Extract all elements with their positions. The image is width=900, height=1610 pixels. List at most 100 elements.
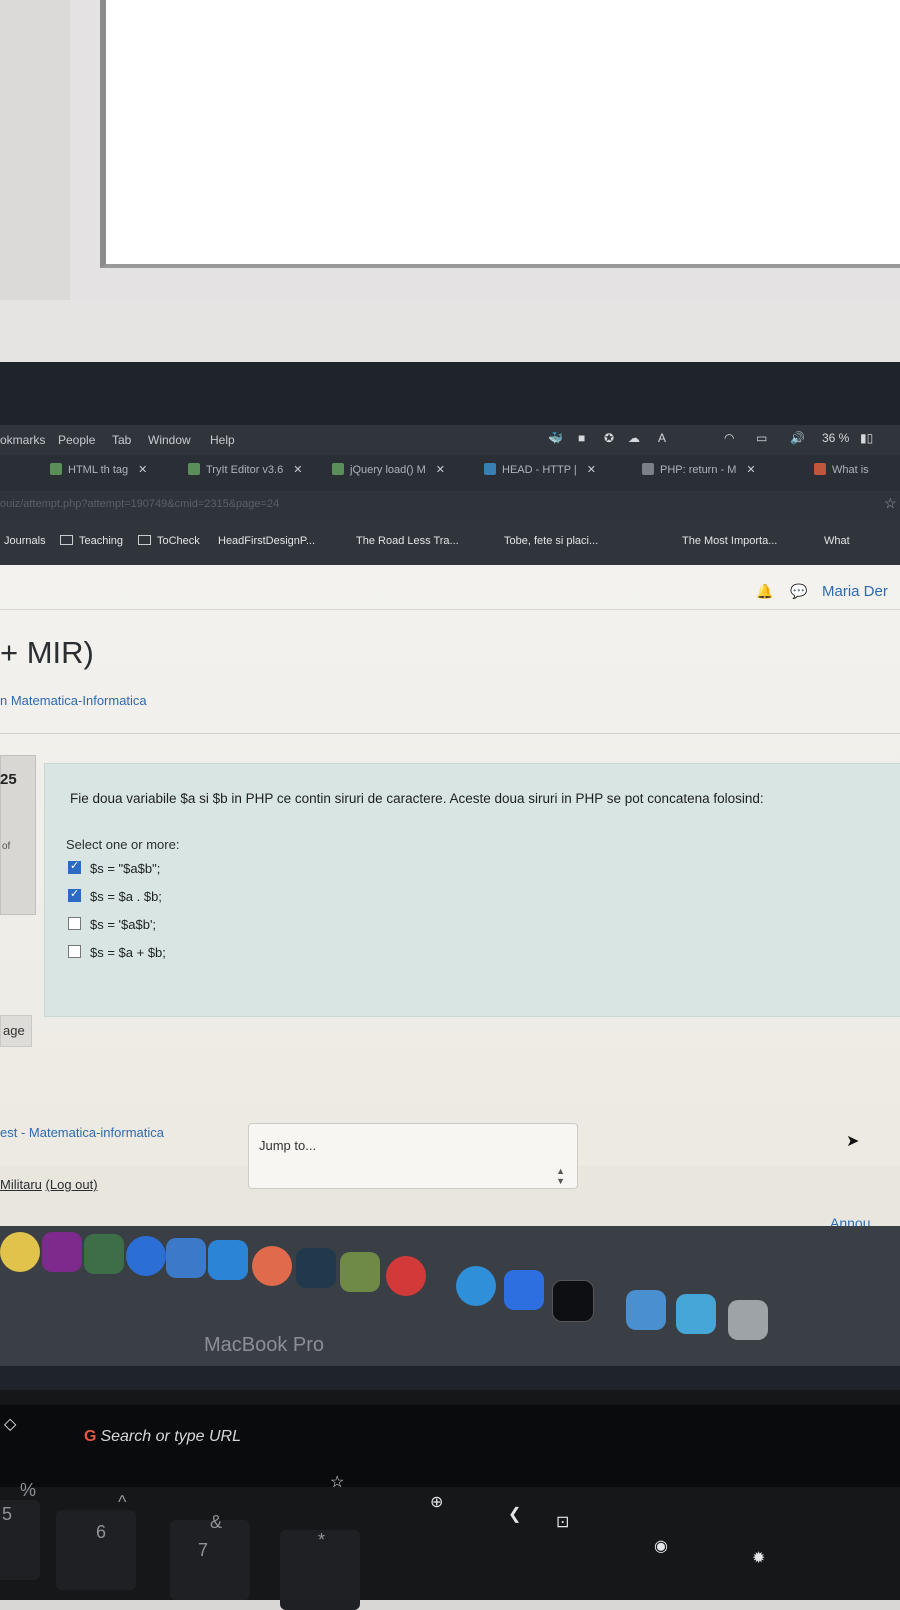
plus-icon[interactable]: ⊕ bbox=[430, 1492, 443, 1512]
chat-icon[interactable]: 💬 bbox=[790, 583, 807, 600]
menu-bookmarks[interactable]: okmarks bbox=[0, 433, 45, 447]
sync-status-icon[interactable]: ✪ bbox=[604, 431, 614, 445]
vscode-icon[interactable] bbox=[208, 1240, 248, 1280]
bell-icon[interactable]: 🔔 bbox=[756, 583, 773, 600]
mysql-workbench-icon[interactable] bbox=[296, 1248, 336, 1288]
course-breadcrumb[interactable]: n Matematica-Informatica bbox=[0, 693, 147, 708]
wifi-icon[interactable]: ◠ bbox=[724, 431, 734, 445]
back-icon[interactable]: ❮ bbox=[508, 1504, 521, 1524]
input-source-icon[interactable]: A bbox=[658, 431, 666, 445]
window-glass bbox=[100, 0, 900, 268]
answer-prompt: Select one or more: bbox=[66, 837, 180, 852]
menu-tab[interactable]: Tab bbox=[112, 433, 131, 447]
bookmark-what[interactable]: What bbox=[824, 535, 850, 547]
divider bbox=[0, 733, 900, 734]
app-icon[interactable] bbox=[386, 1256, 426, 1296]
airplay-icon[interactable]: ▭ bbox=[756, 431, 767, 445]
camera-icon[interactable]: ◉ bbox=[654, 1536, 668, 1556]
key-label: & bbox=[210, 1512, 223, 1532]
answer-option[interactable]: $s = '$a$b'; bbox=[68, 917, 156, 932]
bookmark-most-important[interactable]: The Most Importa... bbox=[682, 535, 777, 547]
logout-link[interactable]: (Log out) bbox=[46, 1177, 98, 1192]
key-label: ^ bbox=[118, 1492, 127, 1512]
battery-icon[interactable]: ▮▯ bbox=[860, 431, 873, 445]
mouse-cursor-icon: ➤ bbox=[846, 1133, 860, 1150]
touch-bar bbox=[0, 1405, 900, 1487]
folder-icon bbox=[60, 535, 73, 545]
bookmark-teaching[interactable]: Teaching bbox=[60, 535, 123, 547]
checkbox[interactable] bbox=[68, 917, 81, 930]
w3schools-icon bbox=[188, 463, 200, 475]
lock-icon[interactable]: ⊡ bbox=[556, 1512, 569, 1532]
battery-percent[interactable]: 36 % bbox=[822, 431, 849, 445]
camera-status-icon[interactable]: ■ bbox=[578, 431, 585, 445]
bookmark-tobe-fete[interactable]: Tobe, fete si placi... bbox=[504, 535, 598, 547]
database-search-icon[interactable] bbox=[340, 1252, 380, 1292]
scissors-icon[interactable] bbox=[84, 1234, 124, 1274]
php-icon bbox=[642, 463, 654, 475]
close-icon[interactable]: ✕ bbox=[436, 464, 445, 476]
sourcetree-icon[interactable] bbox=[126, 1236, 166, 1276]
bbedit-icon[interactable] bbox=[166, 1238, 206, 1278]
previous-page-button[interactable]: age bbox=[0, 1015, 32, 1047]
url-text[interactable]: ouiz/attempt.php?attempt=190749&cmid=231… bbox=[0, 498, 279, 510]
touchbar-search[interactable]: G Search or type URL bbox=[84, 1428, 241, 1446]
mac-menubar: okmarks People Tab Window Help 🐳 ■ ✪ ☁ A… bbox=[0, 425, 900, 455]
tab-tryit-editor[interactable]: TryIt Editor v3.6 ✕ bbox=[188, 463, 302, 483]
close-icon[interactable]: ✕ bbox=[293, 464, 302, 476]
tab-head-http[interactable]: HEAD - HTTP | ✕ bbox=[484, 463, 596, 483]
zoom-icon[interactable] bbox=[504, 1270, 544, 1310]
star-icon[interactable]: ☆ bbox=[330, 1472, 344, 1492]
tab-php-return[interactable]: PHP: return - M ✕ bbox=[642, 463, 756, 483]
tab-what-is[interactable]: What is bbox=[814, 463, 869, 483]
logged-in-info: Militaru (Log out) bbox=[0, 1177, 98, 1192]
folder-icon[interactable] bbox=[626, 1290, 666, 1330]
macbook-label: MacBook Pro bbox=[204, 1334, 325, 1356]
page-icon bbox=[814, 463, 826, 475]
bookmark-headfirst[interactable]: HeadFirstDesignP... bbox=[218, 535, 315, 547]
answer-option[interactable]: $s = $a . $b; bbox=[68, 887, 162, 904]
jump-to-select[interactable]: Jump to... ▲ ▼ bbox=[248, 1123, 578, 1189]
close-icon[interactable]: ✕ bbox=[746, 464, 755, 476]
cloud-status-icon[interactable]: ☁ bbox=[628, 431, 640, 445]
intellij-icon[interactable] bbox=[42, 1232, 82, 1272]
menu-help[interactable]: Help bbox=[210, 433, 235, 447]
bookmark-star-icon[interactable]: ☆ bbox=[884, 495, 897, 512]
bookmark-road-less[interactable]: The Road Less Tra... bbox=[356, 535, 459, 547]
terminal-icon[interactable] bbox=[552, 1280, 594, 1322]
key-label: 7 bbox=[198, 1540, 209, 1560]
menu-people[interactable]: People bbox=[58, 433, 95, 447]
profile-link[interactable]: Militaru bbox=[0, 1177, 42, 1192]
question-text: Fie doua variabile $a si $b in PHP ce co… bbox=[70, 791, 764, 806]
checkbox[interactable] bbox=[68, 887, 81, 902]
checkbox[interactable] bbox=[68, 945, 81, 958]
answer-option[interactable]: $s = "$a$b"; bbox=[68, 859, 160, 876]
bookmark-journals[interactable]: Journals bbox=[4, 535, 46, 547]
esc-shape-icon[interactable]: ◇ bbox=[4, 1414, 16, 1434]
course-link[interactable]: est - Matematica-informatica bbox=[0, 1125, 164, 1140]
key-label: 5 bbox=[2, 1504, 13, 1524]
checkbox[interactable] bbox=[68, 859, 81, 874]
w3schools-icon bbox=[50, 463, 62, 475]
tab-jquery-load[interactable]: jQuery load() M ✕ bbox=[332, 463, 445, 483]
answer-option[interactable]: $s = $a + $b; bbox=[68, 945, 166, 960]
bookmark-tocheck[interactable]: ToCheck bbox=[138, 535, 200, 547]
close-icon[interactable]: ✕ bbox=[587, 464, 596, 476]
trash-icon[interactable] bbox=[728, 1300, 768, 1340]
key-label: % bbox=[20, 1480, 37, 1500]
menu-window[interactable]: Window bbox=[148, 433, 191, 447]
chrome-icon[interactable] bbox=[0, 1232, 40, 1272]
volume-icon[interactable]: 🔊 bbox=[790, 431, 805, 445]
docker-icon[interactable] bbox=[456, 1266, 496, 1306]
tab-html-th[interactable]: HTML th tag ✕ bbox=[50, 463, 147, 483]
close-icon[interactable]: ✕ bbox=[138, 464, 147, 476]
bookmarks-bar: Journals Teaching ToCheck HeadFirstDesig… bbox=[0, 519, 900, 565]
user-menu[interactable]: Maria Der bbox=[822, 583, 888, 600]
postman-icon[interactable] bbox=[252, 1246, 292, 1286]
docker-status-icon[interactable]: 🐳 bbox=[548, 431, 563, 445]
brightness-icon[interactable]: ✹ bbox=[752, 1548, 765, 1568]
google-icon: G bbox=[84, 1428, 97, 1445]
moodle-page: 🔔 💬 Maria Der + MIR) n Matematica-Inform… bbox=[0, 565, 900, 1295]
address-bar[interactable]: ouiz/attempt.php?attempt=190749&cmid=231… bbox=[0, 491, 900, 519]
downloads-icon[interactable] bbox=[676, 1294, 716, 1334]
